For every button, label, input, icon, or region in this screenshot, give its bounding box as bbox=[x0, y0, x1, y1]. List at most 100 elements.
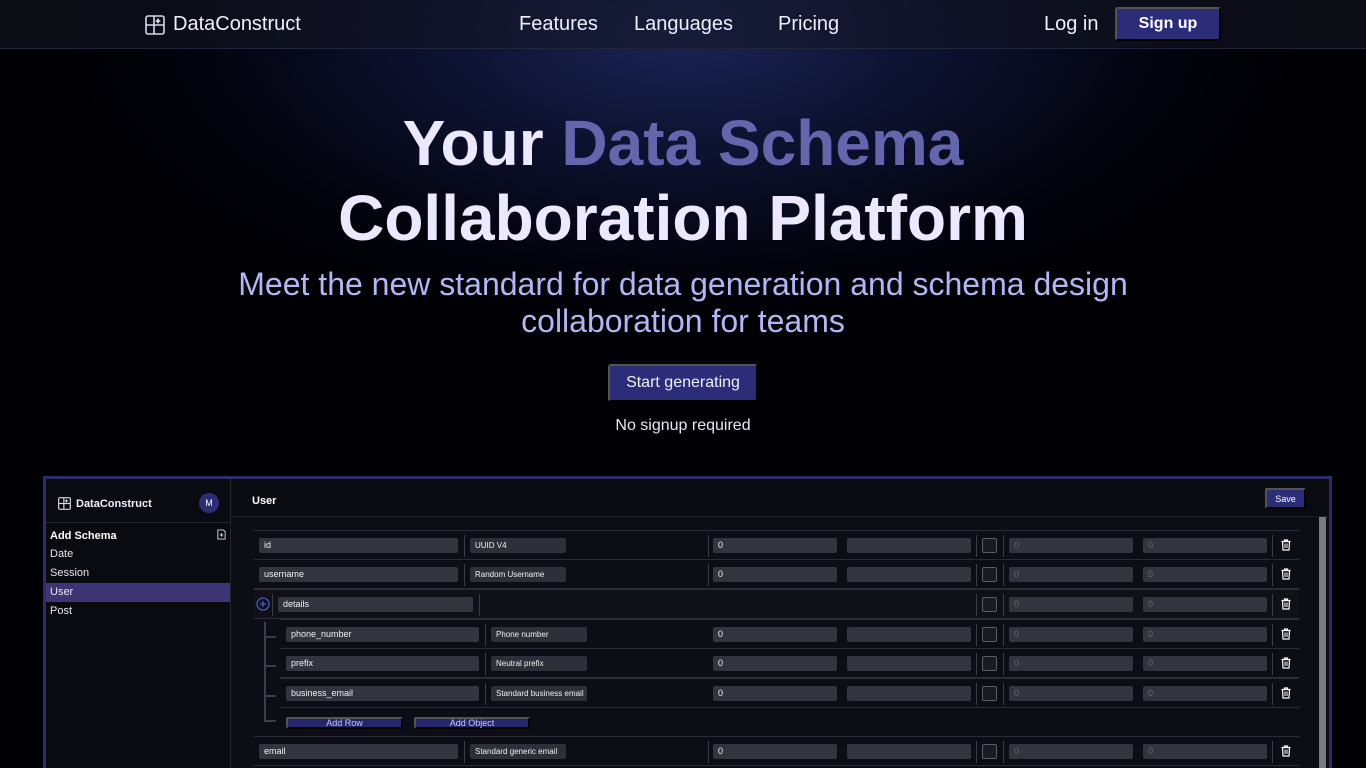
hero-title-accent: Data Schema bbox=[561, 107, 964, 179]
sidebar-brand[interactable]: DataConstruct bbox=[58, 497, 152, 510]
field-value-input[interactable]: 0 bbox=[713, 656, 837, 671]
divider bbox=[1272, 594, 1273, 616]
field-max-input[interactable]: 0 bbox=[1143, 744, 1267, 759]
save-button[interactable]: Save bbox=[1265, 488, 1306, 509]
field-min-input[interactable]: 0 bbox=[1009, 656, 1133, 671]
sidebar-item-session[interactable]: Session bbox=[46, 564, 230, 583]
object-row: details 0 0 bbox=[254, 589, 1299, 619]
field-min-input[interactable]: 0 bbox=[1009, 597, 1133, 612]
trash-icon[interactable] bbox=[1280, 628, 1292, 640]
field-value-input[interactable]: 0 bbox=[713, 686, 837, 701]
nullable-checkbox[interactable] bbox=[982, 744, 997, 759]
divider bbox=[1272, 683, 1273, 705]
field-value-input[interactable]: 0 bbox=[713, 627, 837, 642]
nav-link-pricing[interactable]: Pricing bbox=[778, 13, 839, 36]
brand-logo-link[interactable]: DataConstruct bbox=[145, 13, 301, 36]
field-type-select[interactable]: Standard generic email bbox=[470, 744, 566, 759]
trash-icon[interactable] bbox=[1280, 539, 1292, 551]
field-extra-input[interactable] bbox=[847, 567, 971, 582]
field-extra-input[interactable] bbox=[847, 538, 971, 553]
trash-icon[interactable] bbox=[1280, 657, 1292, 669]
field-extra-input[interactable] bbox=[847, 656, 971, 671]
field-value-input[interactable]: 0 bbox=[713, 567, 837, 582]
sidebar-item-user[interactable]: User bbox=[46, 583, 230, 602]
nav-link-languages[interactable]: Languages bbox=[634, 13, 733, 36]
field-type-select[interactable]: Phone number bbox=[491, 627, 587, 642]
divider bbox=[976, 683, 977, 705]
field-min-input[interactable]: 0 bbox=[1009, 686, 1133, 701]
field-value-input[interactable]: 0 bbox=[713, 538, 837, 553]
nullable-checkbox[interactable] bbox=[982, 627, 997, 642]
avatar[interactable]: M bbox=[199, 493, 219, 513]
field-name-input[interactable]: business_email bbox=[286, 686, 479, 701]
nullable-checkbox[interactable] bbox=[982, 538, 997, 553]
field-type-select[interactable]: Random Username bbox=[470, 567, 566, 582]
field-max-input[interactable]: 0 bbox=[1143, 597, 1267, 612]
nullable-checkbox[interactable] bbox=[982, 686, 997, 701]
trash-icon[interactable] bbox=[1280, 687, 1292, 699]
field-type-select[interactable]: Standard business email bbox=[491, 686, 587, 701]
divider bbox=[976, 594, 977, 616]
trash-icon[interactable] bbox=[1280, 598, 1292, 610]
field-name-input[interactable]: phone_number bbox=[286, 627, 479, 642]
field-type-select[interactable]: UUID V4 bbox=[470, 538, 566, 553]
schema-header: User Save bbox=[232, 479, 1329, 517]
field-name-input[interactable]: email bbox=[259, 744, 458, 759]
field-min-input[interactable]: 0 bbox=[1009, 627, 1133, 642]
trash-icon[interactable] bbox=[1280, 568, 1292, 580]
add-schema-label[interactable]: Add Schema bbox=[50, 530, 117, 542]
login-link[interactable]: Log in bbox=[1044, 13, 1099, 36]
divider bbox=[1003, 653, 1004, 675]
tree-branch bbox=[264, 665, 276, 667]
scrollbar[interactable] bbox=[1319, 517, 1326, 768]
table-row: business_email Standard business email 0… bbox=[280, 678, 1299, 708]
field-max-input[interactable]: 0 bbox=[1143, 627, 1267, 642]
start-generating-button[interactable]: Start generating bbox=[608, 364, 758, 402]
divider bbox=[976, 564, 977, 586]
field-extra-input[interactable] bbox=[847, 686, 971, 701]
sidebar-header: DataConstruct M bbox=[46, 479, 231, 523]
hero-background bbox=[0, 0, 1366, 520]
grid-logo-icon bbox=[58, 497, 71, 510]
no-signup-note: No signup required bbox=[615, 417, 751, 434]
table-row: id UUID V4 0 0 0 bbox=[254, 530, 1299, 560]
nullable-checkbox[interactable] bbox=[982, 597, 997, 612]
nullable-checkbox[interactable] bbox=[982, 567, 997, 582]
trash-icon[interactable] bbox=[1280, 745, 1292, 757]
field-type-select[interactable]: Neutral prefix bbox=[491, 656, 587, 671]
table-row: username Random Username 0 0 0 bbox=[254, 559, 1299, 589]
sidebar-item-post[interactable]: Post bbox=[46, 602, 230, 621]
signup-button[interactable]: Sign up bbox=[1115, 7, 1221, 41]
divider bbox=[1003, 683, 1004, 705]
schema-title: User bbox=[252, 495, 277, 507]
field-name-input[interactable]: id bbox=[259, 538, 458, 553]
divider bbox=[976, 624, 977, 646]
top-nav: DataConstruct Features Languages Pricing… bbox=[0, 0, 1366, 49]
grid-logo-icon bbox=[145, 14, 165, 35]
field-name-input[interactable]: username bbox=[259, 567, 458, 582]
nullable-checkbox[interactable] bbox=[982, 656, 997, 671]
sidebar-item-date[interactable]: Date bbox=[46, 545, 230, 564]
table-row: phone_number Phone number 0 0 0 bbox=[280, 619, 1299, 649]
field-value-input[interactable]: 0 bbox=[713, 744, 837, 759]
divider bbox=[485, 653, 486, 675]
add-object-button[interactable]: Add Object bbox=[414, 717, 530, 729]
field-min-input[interactable]: 0 bbox=[1009, 744, 1133, 759]
expand-plus-icon[interactable] bbox=[256, 597, 270, 611]
field-min-input[interactable]: 0 bbox=[1009, 538, 1133, 553]
nav-link-features[interactable]: Features bbox=[519, 13, 598, 36]
field-min-input[interactable]: 0 bbox=[1009, 567, 1133, 582]
object-name-input[interactable]: details bbox=[278, 597, 473, 612]
add-file-icon[interactable] bbox=[216, 529, 227, 540]
field-extra-input[interactable] bbox=[847, 627, 971, 642]
field-name-input[interactable]: prefix bbox=[286, 656, 479, 671]
add-row-button[interactable]: Add Row bbox=[286, 717, 403, 729]
hero-title-prefix: Your bbox=[402, 107, 544, 179]
field-max-input[interactable]: 0 bbox=[1143, 538, 1267, 553]
divider bbox=[1272, 535, 1273, 557]
field-max-input[interactable]: 0 bbox=[1143, 686, 1267, 701]
field-max-input[interactable]: 0 bbox=[1143, 567, 1267, 582]
field-extra-input[interactable] bbox=[847, 744, 971, 759]
divider bbox=[1272, 624, 1273, 646]
field-max-input[interactable]: 0 bbox=[1143, 656, 1267, 671]
